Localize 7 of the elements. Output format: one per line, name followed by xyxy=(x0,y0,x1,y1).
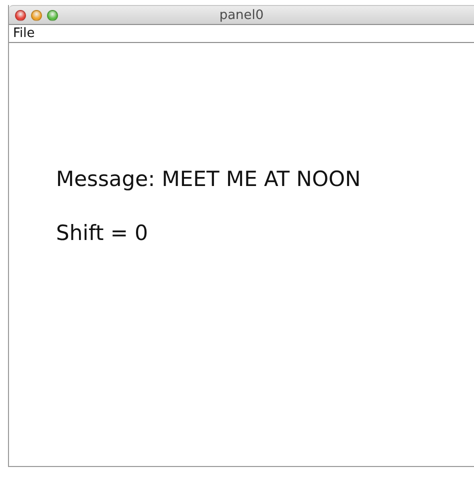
shift-text: Shift = 0 xyxy=(56,221,150,245)
message-text: Message: MEET ME AT NOON xyxy=(56,167,362,191)
menu-item[interactable]: File xyxy=(13,26,35,41)
zoom-button[interactable] xyxy=(47,10,58,20)
minimize-button[interactable] xyxy=(31,10,42,20)
close-button[interactable] xyxy=(15,10,26,20)
window-title: panel0 xyxy=(219,8,264,22)
